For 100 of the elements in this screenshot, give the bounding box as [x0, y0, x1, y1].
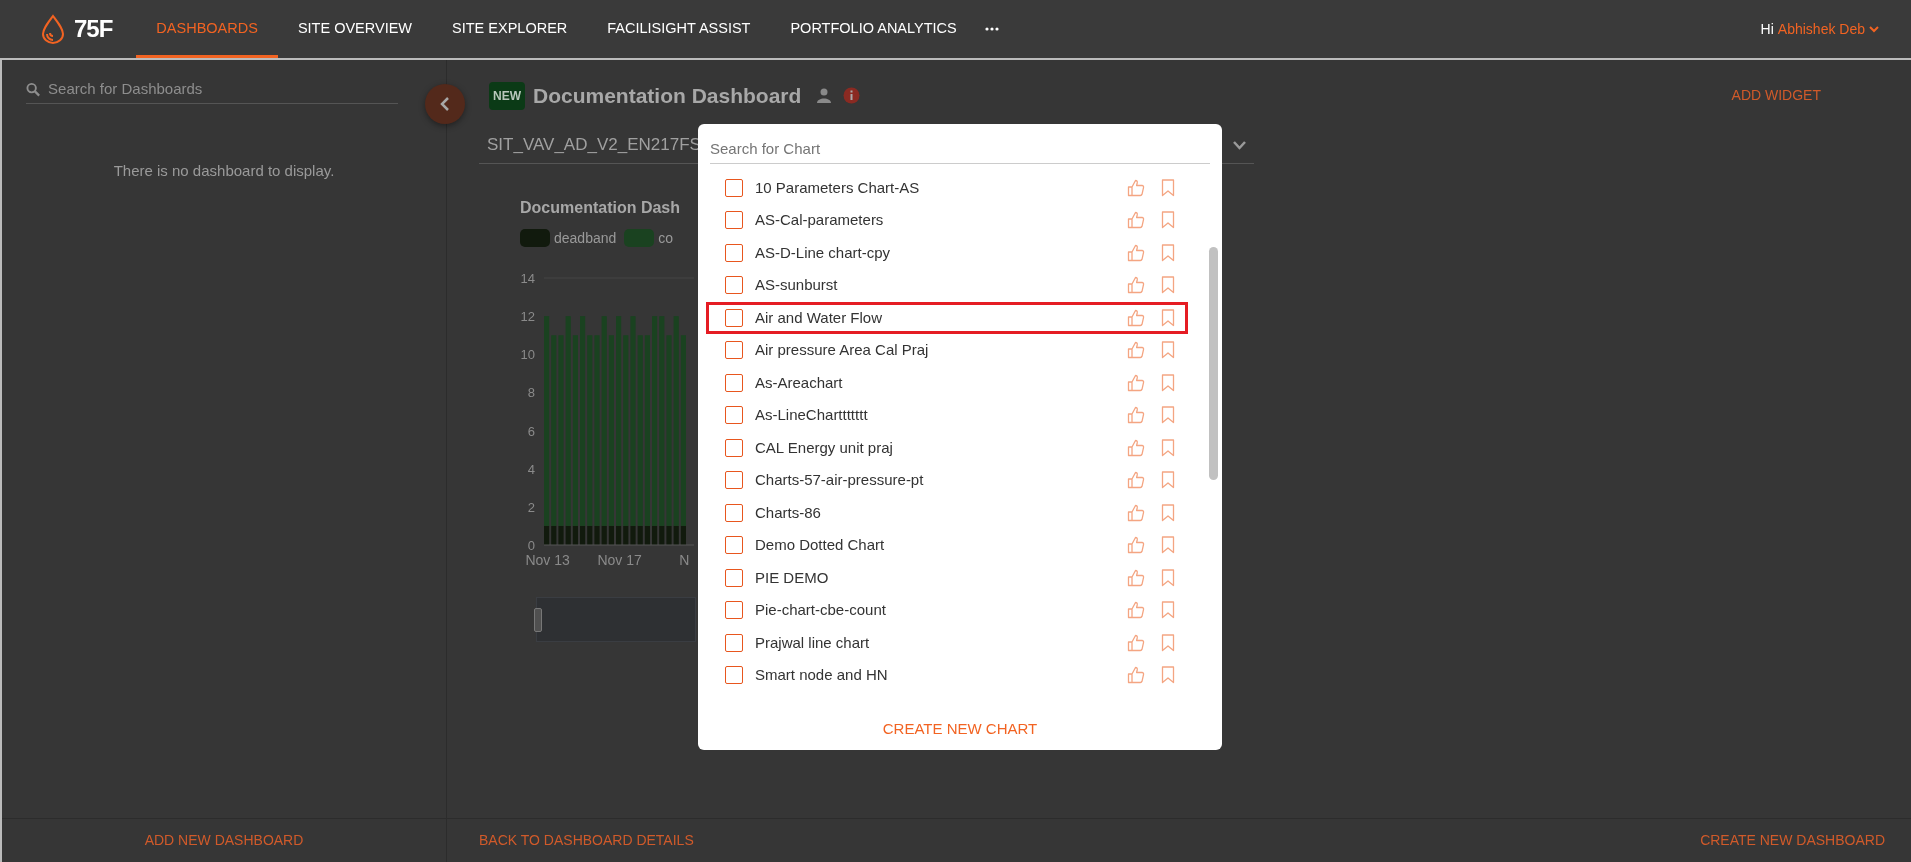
thumbs-up-icon[interactable]	[1127, 373, 1145, 392]
bookmark-icon[interactable]	[1161, 243, 1175, 262]
nav-tab[interactable]: FACILISIGHT ASSIST	[587, 0, 771, 58]
chart-row[interactable]: AS-D-Line chart-cpy	[706, 236, 1188, 269]
bookmark-icon[interactable]	[1161, 178, 1175, 197]
checkbox[interactable]	[725, 406, 743, 425]
bookmark-icon[interactable]	[1161, 503, 1175, 522]
search-icon	[26, 81, 41, 97]
thumbs-up-icon[interactable]	[1127, 308, 1145, 327]
checkbox[interactable]	[725, 308, 743, 327]
thumbs-up-icon[interactable]	[1127, 406, 1145, 425]
info-icon[interactable]	[843, 87, 861, 105]
bookmark-icon[interactable]	[1161, 471, 1175, 490]
thumbs-up-icon[interactable]	[1127, 211, 1145, 230]
chart-name: CAL Energy unit praj	[755, 437, 894, 458]
chart-name: As-LineCharttttttt	[755, 405, 869, 425]
logo-icon	[40, 14, 66, 44]
thumbs-up-icon[interactable]	[1127, 568, 1145, 587]
chart-row[interactable]: Pie-chart-cbe-count	[706, 594, 1188, 627]
highlighted-chart-row[interactable]: Air and Water Flow	[706, 301, 1188, 334]
person-icon[interactable]	[817, 88, 832, 104]
caret-icon[interactable]	[1869, 25, 1879, 33]
chart-row[interactable]: PIE DEMO	[706, 561, 1188, 594]
checkbox[interactable]	[725, 666, 743, 685]
more-icon[interactable]	[984, 27, 999, 31]
thumbs-up-icon[interactable]	[1127, 341, 1145, 360]
bookmark-icon[interactable]	[1161, 601, 1175, 620]
chart-name: Demo Dotted Chart	[755, 535, 886, 555]
checkbox[interactable]	[725, 536, 743, 555]
chart-row[interactable]: Air pressure Area Cal Praj	[706, 334, 1188, 367]
checkbox[interactable]	[725, 211, 743, 230]
thumbs-up-icon[interactable]	[1127, 178, 1145, 197]
thumbs-up-icon[interactable]	[1127, 601, 1145, 620]
widget-title: Documentation Dash	[520, 197, 680, 218]
chart-row[interactable]: CAL Energy unit praj	[706, 431, 1188, 464]
bookmark-icon[interactable]	[1161, 406, 1175, 425]
thumbs-up-icon[interactable]	[1127, 276, 1145, 295]
greeting-text: Hi	[1760, 19, 1774, 39]
nav-tab[interactable]: PORTFOLIO ANALYTICS	[770, 0, 977, 58]
checkbox[interactable]	[725, 568, 743, 587]
thumbs-up-icon[interactable]	[1127, 503, 1145, 522]
bookmark-icon[interactable]	[1161, 211, 1175, 230]
chart-name: Pie-chart-cbe-count	[755, 600, 887, 620]
bookmark-icon[interactable]	[1161, 308, 1175, 327]
chart-row[interactable]: Demo Dotted Chart	[706, 529, 1188, 562]
chart-row[interactable]: Prajwal line chart	[706, 626, 1188, 659]
checkbox[interactable]	[725, 503, 743, 522]
thumbs-up-icon[interactable]	[1127, 536, 1145, 555]
checkbox[interactable]	[725, 178, 743, 197]
checkbox[interactable]	[725, 373, 743, 392]
thumbs-up-icon[interactable]	[1127, 471, 1145, 490]
bookmark-icon[interactable]	[1161, 341, 1175, 360]
nav-tab[interactable]: SITE OVERVIEW	[277, 0, 433, 58]
chart-row[interactable]: Charts-86	[706, 496, 1188, 529]
bookmark-icon[interactable]	[1161, 568, 1175, 587]
chart-row[interactable]: As-LineCharttttttt	[706, 399, 1188, 432]
thumbs-up-icon[interactable]	[1127, 633, 1145, 652]
checkbox[interactable]	[725, 438, 743, 457]
legend-label[interactable]: co	[658, 227, 674, 249]
checkbox[interactable]	[725, 341, 743, 360]
checkbox[interactable]	[725, 633, 743, 652]
thumbs-up-icon[interactable]	[1127, 243, 1145, 262]
chart-row[interactable]: As-Areachart	[706, 366, 1188, 399]
x-tick-label: N	[679, 551, 690, 568]
checkbox[interactable]	[725, 471, 743, 490]
checkbox[interactable]	[725, 276, 743, 295]
legend-swatch[interactable]	[624, 229, 655, 247]
chart-row[interactable]: AS-Cal-parameters	[706, 204, 1188, 237]
nav-tab[interactable]: SITE EXPLORER	[432, 0, 588, 58]
collapse-button[interactable]	[425, 84, 465, 124]
legend-label[interactable]: deadband	[554, 227, 617, 249]
search-field[interactable]: Search for Dashboards	[48, 76, 398, 103]
bookmark-icon[interactable]	[1161, 536, 1175, 555]
chart-row[interactable]: Charts-57-air-pressure-pt	[706, 464, 1188, 497]
y-tick-label: 4	[527, 461, 535, 477]
chart-name: Smart node and HN	[755, 665, 889, 685]
chart-name: Charts-57-air-pressure-pt	[755, 470, 925, 490]
chevron-left-icon	[440, 97, 450, 111]
bookmark-icon[interactable]	[1161, 276, 1175, 295]
scrollbar[interactable]	[1209, 246, 1218, 480]
chart-row[interactable]: 10 Parameters Chart-AS	[706, 171, 1188, 204]
nav-tab[interactable]: DASHBOARDS	[136, 0, 278, 58]
chart-name: As-Areachart	[755, 372, 844, 393]
chart-name: PIE DEMO	[755, 567, 830, 588]
range-navigator[interactable]	[536, 596, 696, 642]
bookmark-icon[interactable]	[1161, 633, 1175, 652]
bookmark-icon[interactable]	[1161, 438, 1175, 457]
thumbs-up-icon[interactable]	[1127, 666, 1145, 685]
user-menu[interactable]: Abhishek Deb	[1777, 18, 1865, 40]
chart-row[interactable]: AS-sunburst	[706, 269, 1188, 302]
bookmark-icon[interactable]	[1161, 666, 1175, 685]
y-tick-label: 14	[520, 272, 535, 286]
checkbox[interactable]	[725, 601, 743, 620]
bookmark-icon[interactable]	[1161, 373, 1175, 392]
thumbs-up-icon[interactable]	[1127, 438, 1145, 457]
chart-name: AS-Cal-parameters	[755, 210, 885, 230]
chart-row[interactable]: Smart node and HN	[706, 659, 1188, 692]
legend-swatch[interactable]	[520, 229, 550, 247]
checkbox[interactable]	[725, 243, 743, 262]
dashboard-title: Documentation Dashboard	[533, 83, 802, 109]
